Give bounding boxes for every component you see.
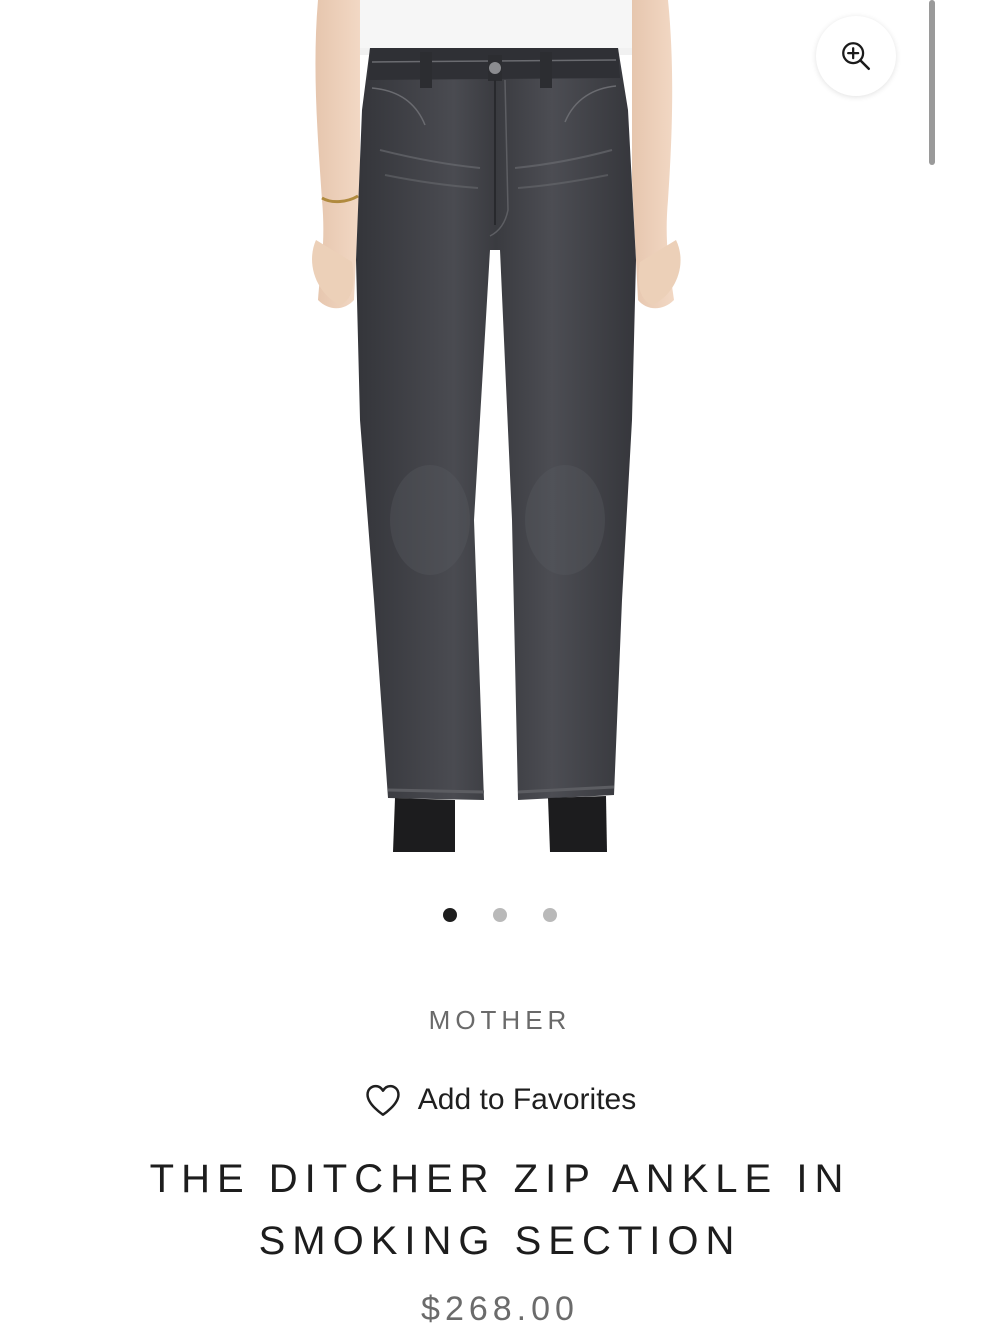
- product-price: $268.00: [421, 1290, 579, 1328]
- heart-icon: [366, 1084, 400, 1116]
- zoom-in-icon: [842, 42, 871, 71]
- carousel-pagination: [0, 905, 1000, 925]
- product-page: MOTHER Add to Favorites THE DITCHER ZIP …: [0, 0, 1000, 1333]
- page-scrollbar[interactable]: [929, 0, 935, 165]
- product-image-gallery[interactable]: [0, 0, 1000, 880]
- product-title: THE DITCHER ZIP ANKLE IN SMOKING SECTION: [149, 1157, 851, 1263]
- zoom-button[interactable]: [816, 16, 896, 96]
- product-image: [312, 0, 681, 852]
- carousel-dot-3[interactable]: [543, 908, 557, 922]
- add-to-favorites-button[interactable]: Add to Favorites: [0, 1083, 1000, 1117]
- add-to-favorites-label: Add to Favorites: [417, 1083, 637, 1116]
- carousel-dot-2[interactable]: [493, 908, 507, 922]
- brand-name-link[interactable]: MOTHER: [0, 1005, 1000, 1036]
- carousel-dot-1[interactable]: [443, 908, 457, 922]
